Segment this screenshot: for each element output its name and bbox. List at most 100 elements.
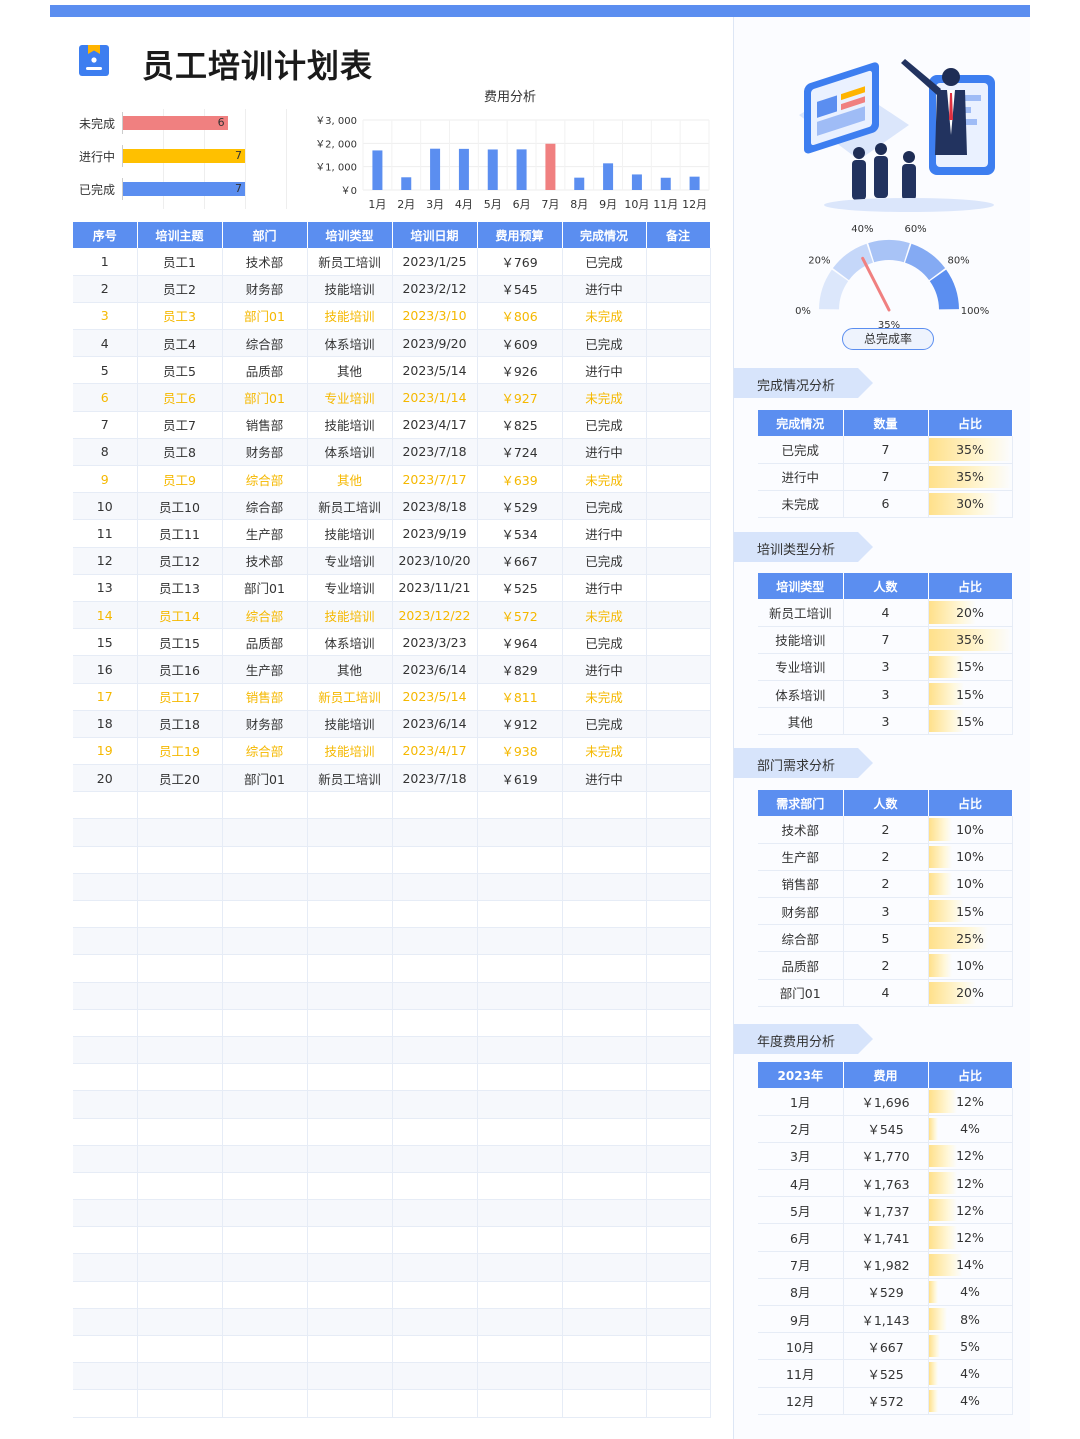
table-cell[interactable] xyxy=(137,1226,223,1255)
table-cell[interactable]: 体系培训 xyxy=(758,680,844,709)
table-cell[interactable] xyxy=(562,1199,647,1228)
table-cell[interactable]: 2023/11/21 xyxy=(392,574,478,602)
table-cell[interactable] xyxy=(646,438,711,467)
table-cell[interactable] xyxy=(137,927,223,956)
table-cell[interactable] xyxy=(562,1009,647,1037)
table-row[interactable]: 10 员工10 综合部 新员工培训 2023/8/18 ￥529 已完成 xyxy=(73,492,711,521)
column-header[interactable]: 费用 xyxy=(843,1062,929,1088)
table-cell[interactable]: 2月 xyxy=(758,1115,844,1143)
table-row[interactable]: 3月 ￥1,770 12% xyxy=(758,1142,1013,1171)
table-cell[interactable] xyxy=(137,900,223,929)
table-cell[interactable] xyxy=(73,1009,138,1037)
table-cell[interactable]: 2023/4/17 xyxy=(392,737,478,766)
table-cell[interactable]: 6 xyxy=(843,490,929,519)
table-row[interactable]: 2 员工2 财务部 技能培训 2023/2/12 ￥545 进行中 xyxy=(73,275,711,303)
table-cell[interactable]: 2023/5/14 xyxy=(392,683,478,711)
table-cell[interactable] xyxy=(307,1090,393,1119)
column-header[interactable]: 占比 xyxy=(928,790,1013,816)
table-cell[interactable]: 4% xyxy=(928,1359,1013,1388)
table-cell[interactable] xyxy=(646,275,711,303)
table-row[interactable]: 11月 ￥525 4% xyxy=(758,1359,1013,1388)
table-cell[interactable] xyxy=(222,900,308,929)
table-cell[interactable] xyxy=(477,927,563,956)
table-cell[interactable] xyxy=(392,1063,478,1092)
table-cell[interactable]: ￥1,763 xyxy=(843,1169,929,1198)
table-cell[interactable]: 2023/1/25 xyxy=(392,248,478,276)
table-cell[interactable] xyxy=(646,1036,711,1065)
table-cell[interactable] xyxy=(477,1226,563,1255)
table-cell[interactable] xyxy=(307,1389,393,1418)
table-cell[interactable] xyxy=(73,1172,138,1201)
table-cell[interactable] xyxy=(477,1090,563,1119)
table-cell[interactable] xyxy=(477,846,563,874)
table-cell[interactable] xyxy=(73,927,138,956)
table-cell[interactable]: 30% xyxy=(928,490,1013,519)
table-cell[interactable] xyxy=(137,791,223,820)
table-cell[interactable] xyxy=(646,628,711,657)
table-cell[interactable]: 财务部 xyxy=(222,710,308,738)
table-cell[interactable] xyxy=(392,1362,478,1391)
table-cell[interactable]: 35% xyxy=(928,626,1013,654)
table-cell[interactable]: 2 xyxy=(73,275,138,303)
table-cell[interactable]: 已完成 xyxy=(562,329,647,358)
table-cell[interactable]: 2023/3/23 xyxy=(392,628,478,657)
table-cell[interactable]: 员工15 xyxy=(137,628,223,657)
table-cell[interactable]: 10% xyxy=(928,843,1013,871)
table-cell[interactable]: 6 xyxy=(73,383,138,412)
column-header[interactable]: 人数 xyxy=(843,573,929,599)
table-cell[interactable]: 财务部 xyxy=(222,275,308,303)
table-cell[interactable] xyxy=(562,873,647,902)
table-cell[interactable] xyxy=(562,1362,647,1391)
table-row[interactable]: 体系培训 3 15% xyxy=(758,680,1013,709)
table-cell[interactable] xyxy=(222,1281,308,1309)
table-cell[interactable]: ￥529 xyxy=(843,1278,929,1307)
table-cell[interactable] xyxy=(307,1199,393,1228)
table-cell[interactable]: ￥529 xyxy=(477,492,563,521)
table-row[interactable]: 9月 ￥1,143 8% xyxy=(758,1305,1013,1334)
table-cell[interactable] xyxy=(73,873,138,902)
table-cell[interactable] xyxy=(392,1145,478,1173)
table-cell[interactable] xyxy=(392,1199,478,1228)
table-cell[interactable]: 12% xyxy=(928,1142,1013,1171)
table-cell[interactable] xyxy=(222,1226,308,1255)
table-cell[interactable] xyxy=(137,1199,223,1228)
table-cell[interactable]: 3 xyxy=(73,302,138,331)
table-cell[interactable] xyxy=(562,927,647,956)
table-cell[interactable]: 已完成 xyxy=(758,436,844,464)
table-cell[interactable]: 员工17 xyxy=(137,683,223,711)
table-row[interactable]: 6 员工6 部门01 专业培训 2023/1/14 ￥927 未完成 xyxy=(73,383,711,412)
table-cell[interactable] xyxy=(646,927,711,956)
table-row[interactable]: 已完成 7 35% xyxy=(758,436,1013,464)
table-cell[interactable] xyxy=(392,873,478,902)
table-cell[interactable]: ￥639 xyxy=(477,465,563,494)
table-cell[interactable] xyxy=(646,1009,711,1037)
table-cell[interactable]: 5 xyxy=(843,924,929,953)
table-cell[interactable]: 生产部 xyxy=(758,843,844,871)
table-cell[interactable]: ￥545 xyxy=(843,1115,929,1143)
table-cell[interactable] xyxy=(477,1281,563,1309)
table-cell[interactable]: 9月 xyxy=(758,1305,844,1334)
table-cell[interactable]: 4% xyxy=(928,1387,1013,1415)
table-cell[interactable] xyxy=(137,1145,223,1173)
table-cell[interactable] xyxy=(562,1281,647,1309)
table-cell[interactable]: ￥572 xyxy=(843,1387,929,1415)
table-row[interactable]: 16 员工16 生产部 其他 2023/6/14 ￥829 进行中 xyxy=(73,655,711,684)
table-cell[interactable] xyxy=(307,1362,393,1391)
table-cell[interactable]: ￥964 xyxy=(477,628,563,657)
table-cell[interactable]: 35% xyxy=(928,436,1013,464)
table-cell[interactable]: 员工13 xyxy=(137,574,223,602)
table-cell[interactable]: ￥811 xyxy=(477,683,563,711)
column-header[interactable]: 占比 xyxy=(928,573,1013,599)
table-row[interactable]: 8 员工8 财务部 体系培训 2023/7/18 ￥724 进行中 xyxy=(73,438,711,467)
table-row[interactable]: 财务部 3 15% xyxy=(758,897,1013,926)
table-cell[interactable] xyxy=(646,383,711,412)
table-row[interactable]: 15 员工15 品质部 体系培训 2023/3/23 ￥964 已完成 xyxy=(73,628,711,657)
table-cell[interactable] xyxy=(646,1063,711,1092)
table-cell[interactable]: 15% xyxy=(928,897,1013,926)
table-cell[interactable]: 25% xyxy=(928,924,1013,953)
table-cell[interactable]: 未完成 xyxy=(562,737,647,766)
empty-table-row[interactable] xyxy=(73,846,711,874)
table-cell[interactable] xyxy=(562,1226,647,1255)
table-cell[interactable]: 2 xyxy=(843,951,929,980)
table-cell[interactable]: 3月 xyxy=(758,1142,844,1171)
